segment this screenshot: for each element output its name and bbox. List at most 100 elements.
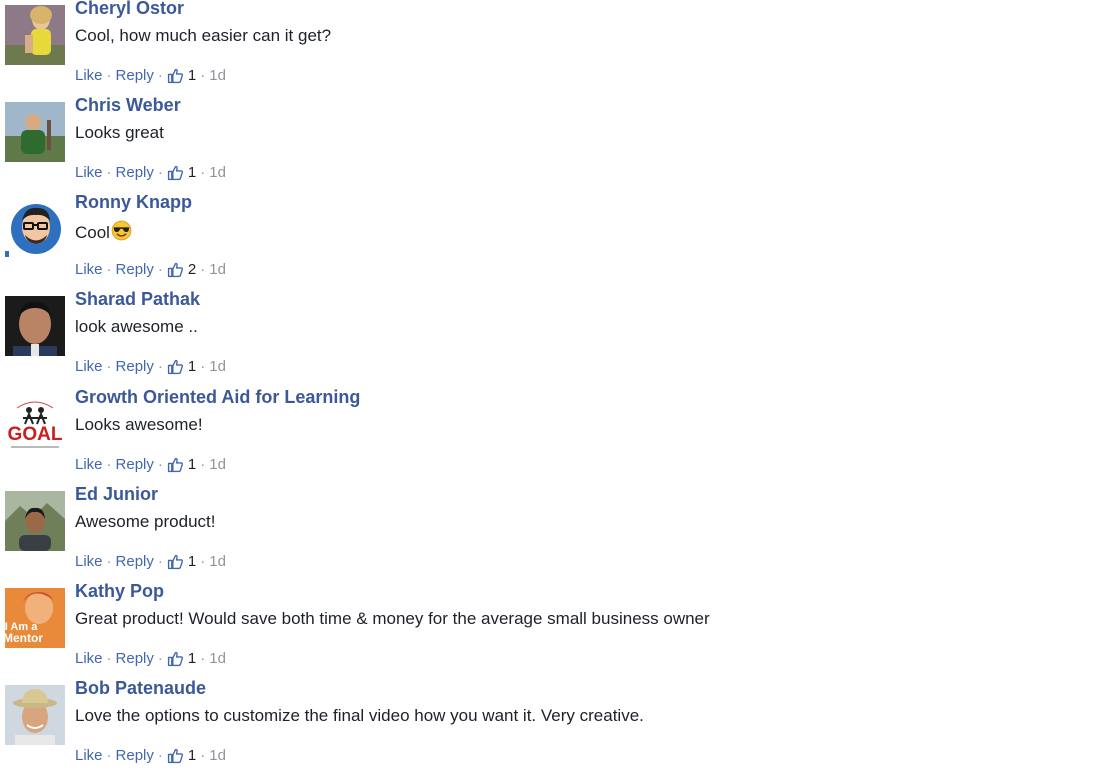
avatar-cartoon-icon [5,199,65,259]
comment-item: Chris Weber Looks great Like · Reply · 1… [5,95,1095,194]
timestamp[interactable]: 1d [209,358,226,375]
reaction-count[interactable]: 1 [188,358,196,375]
like-link[interactable]: Like [75,747,103,764]
comment-text: Cool [75,220,132,243]
avatar-photo-man-icon [5,102,65,162]
like-link[interactable]: Like [75,164,103,181]
avatar[interactable] [5,491,65,551]
thumbs-up-icon[interactable] [167,164,184,181]
like-link[interactable]: Like [75,650,103,667]
reply-link[interactable]: Reply [116,67,154,84]
avatar[interactable] [5,685,65,745]
comment-author[interactable]: Growth Oriented Aid for Learning [75,387,360,408]
reply-link[interactable]: Reply [116,358,154,375]
reaction-count[interactable]: 1 [188,747,196,764]
timestamp[interactable]: 1d [209,164,226,181]
separator: · [200,164,206,181]
separator: · [157,164,163,181]
thumbs-up-icon[interactable] [167,747,184,764]
separator: · [157,747,163,764]
thumbs-up-icon[interactable] [167,553,184,570]
thumbs-up-icon[interactable] [167,261,184,278]
reaction-count[interactable]: 2 [188,261,196,278]
separator: · [200,747,206,764]
avatar-photo-woman-icon [5,5,65,65]
smiling-face-with-sunglasses-icon [111,220,132,241]
reaction-count[interactable]: 1 [188,67,196,84]
reaction-count[interactable]: 1 [188,553,196,570]
comment-item: Bob Patenaude Love the options to custom… [5,678,1095,777]
thumbs-up-icon[interactable] [167,67,184,84]
reply-link[interactable]: Reply [116,456,154,473]
avatar[interactable] [5,102,65,162]
timestamp[interactable]: 1d [209,456,226,473]
comment-text: Looks great [75,123,164,142]
separator: · [157,358,163,375]
separator: · [200,650,206,667]
comment-text: Cool, how much easier can it get? [75,26,332,45]
comment-author[interactable]: Ed Junior [75,484,158,505]
comment-item: Ed Junior Awesome product! Like · Reply … [5,484,1095,583]
timestamp[interactable]: 1d [209,650,226,667]
reaction-count[interactable]: 1 [188,164,196,181]
comment-actions: Like · Reply · 1 · 1d [75,358,226,375]
separator: · [157,456,163,473]
separator: · [157,650,163,667]
reaction-count[interactable]: 1 [188,456,196,473]
like-link[interactable]: Like [75,456,103,473]
comment-item: I Am a Mentor Kathy Pop Great product! W… [5,581,1095,680]
like-link[interactable]: Like [75,261,103,278]
separator: · [157,261,163,278]
like-link[interactable]: Like [75,67,103,84]
comment-author[interactable]: Chris Weber [75,95,181,116]
like-link[interactable]: Like [75,553,103,570]
thumbs-up-icon[interactable] [167,358,184,375]
comment-actions: Like · Reply · 1 · 1d [75,456,226,473]
reply-link[interactable]: Reply [116,261,154,278]
separator: · [157,553,163,570]
avatar[interactable] [5,296,65,356]
separator: · [106,747,112,764]
reaction-count[interactable]: 1 [188,650,196,667]
like-link[interactable]: Like [75,358,103,375]
thumbs-up-icon[interactable] [167,650,184,667]
separator: · [200,67,206,84]
timestamp[interactable]: 1d [209,67,226,84]
comment-text: Love the options to customize the final … [75,706,644,725]
goal-logo-text: GOAL [8,424,63,445]
comment-item: Sharad Pathak look awesome .. Like · Rep… [5,289,1095,388]
separator: · [157,67,163,84]
timestamp[interactable]: 1d [209,747,226,764]
comment-actions: Like · Reply · 1 · 1d [75,650,226,667]
avatar-photo-man-hat-icon [5,685,65,745]
comment-author[interactable]: Cheryl Ostor [75,0,184,19]
separator: · [200,261,206,278]
reply-link[interactable]: Reply [116,747,154,764]
comment-actions: Like · Reply · 2 · 1d [75,261,226,278]
thumbs-up-icon[interactable] [167,456,184,473]
comment-author[interactable]: Sharad Pathak [75,289,200,310]
comment-author[interactable]: Ronny Knapp [75,192,192,213]
separator: · [106,67,112,84]
comment-text: Awesome product! [75,512,216,531]
avatar[interactable]: I Am a Mentor [5,588,65,648]
comment-text: Looks awesome! [75,415,203,434]
separator: · [106,553,112,570]
avatar[interactable] [5,199,65,259]
reply-link[interactable]: Reply [116,553,154,570]
comment-item: GOAL Growth Oriented Aid for Learning Lo… [5,387,1095,486]
reply-link[interactable]: Reply [116,650,154,667]
timestamp[interactable]: 1d [209,553,226,570]
separator: · [200,553,206,570]
avatar[interactable] [5,5,65,65]
comment-author[interactable]: Kathy Pop [75,581,164,602]
avatar[interactable]: GOAL [5,394,65,454]
reply-link[interactable]: Reply [116,164,154,181]
mentor-badge-icon: I Am a Mentor [5,588,65,648]
separator: · [106,456,112,473]
comment-text: Great product! Would save both time & mo… [75,609,710,628]
comment-author[interactable]: Bob Patenaude [75,678,206,699]
comment-text-content: Cool [75,223,110,242]
avatar-photo-man-icon [5,491,65,551]
timestamp[interactable]: 1d [209,261,226,278]
